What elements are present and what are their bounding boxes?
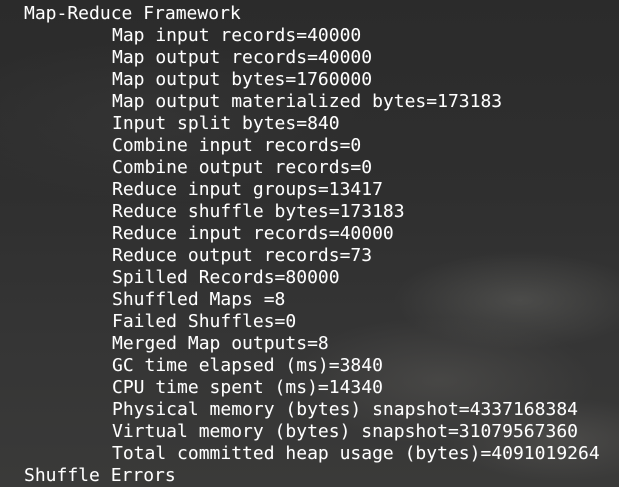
counter-line: Spilled Records=80000 <box>112 267 340 288</box>
counter-line: Map output materialized bytes=173183 <box>112 91 503 112</box>
counter-line: Reduce input records=40000 <box>112 223 394 244</box>
counter-line: Reduce input groups=13417 <box>112 179 383 200</box>
counter-line: Reduce output records=73 <box>112 245 373 266</box>
terminal-output: Map-Reduce Framework Map input records=4… <box>0 0 619 487</box>
section-title: Map-Reduce Framework <box>24 3 241 24</box>
counter-line: Map output bytes=1760000 <box>112 69 373 90</box>
next-section-title: Shuffle Errors <box>24 465 176 486</box>
counter-line: Reduce shuffle bytes=173183 <box>112 201 405 222</box>
counter-line: Virtual memory (bytes) snapshot=31079567… <box>112 421 578 442</box>
counter-line: Merged Map outputs=8 <box>112 333 329 354</box>
counter-line: Input split bytes=840 <box>112 113 340 134</box>
counter-line: GC time elapsed (ms)=3840 <box>112 355 383 376</box>
counter-line: Failed Shuffles=0 <box>112 311 297 332</box>
counter-line: Physical memory (bytes) snapshot=4337168… <box>112 399 578 420</box>
counter-line: Combine output records=0 <box>112 157 373 178</box>
counter-line: Map output records=40000 <box>112 47 373 68</box>
counter-line: Map input records=40000 <box>112 25 362 46</box>
counter-line: Shuffled Maps =8 <box>112 289 286 310</box>
counter-line: Total committed heap usage (bytes)=40910… <box>112 443 600 464</box>
counter-line: Combine input records=0 <box>112 135 362 156</box>
counter-line: CPU time spent (ms)=14340 <box>112 377 383 398</box>
